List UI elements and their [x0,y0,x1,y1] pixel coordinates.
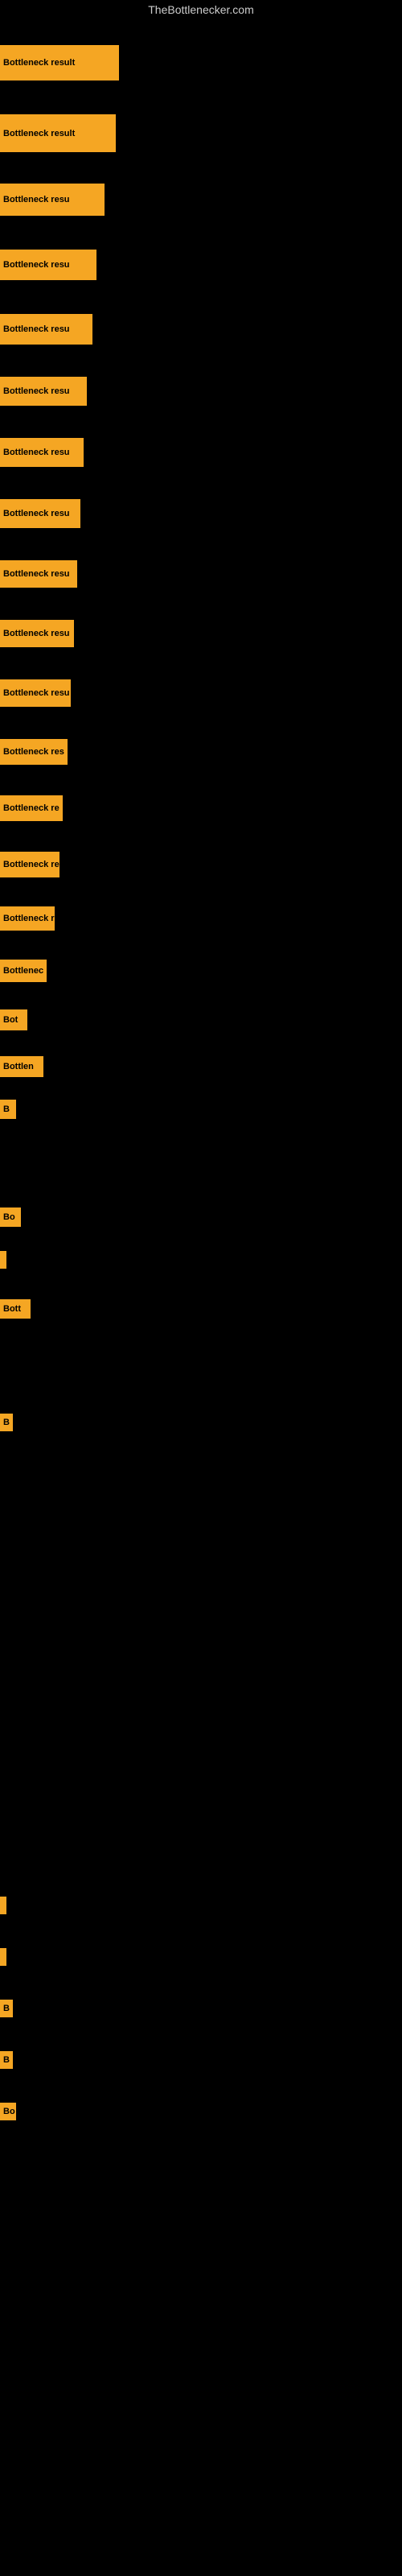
bottleneck-label: Bottleneck resu [3,688,70,698]
bottleneck-label: Bottleneck resu [3,386,70,396]
bottleneck-label: Bottleneck resu [3,448,70,457]
bottleneck-label: Bo [3,1212,15,1222]
bottleneck-result-bar [0,1897,6,1914]
bottleneck-result-bar: Bottleneck resu [0,499,80,528]
bottleneck-label: B [3,1104,10,1114]
bottleneck-result-bar: Bottleneck resu [0,679,71,707]
bottleneck-result-bar: Bottleneck resu [0,250,96,280]
bottleneck-result-bar [0,1948,6,1966]
bottleneck-result-bar: Bottleneck resu [0,560,77,588]
bottleneck-result-bar: Bottleneck re [0,795,63,821]
bottleneck-label: B [3,2055,10,2065]
bottleneck-result-bar: Bottleneck resu [0,184,105,216]
bottleneck-label: Bottleneck re [3,803,59,813]
bottleneck-label: Bo [3,2107,15,2116]
bottleneck-result-bar: B [0,1100,16,1119]
bottleneck-label: Bottleneck resu [3,509,70,518]
bottleneck-label: Bottleneck resu [3,629,70,638]
bottleneck-result-bar: Bottleneck resu [0,377,87,406]
bottleneck-label: Bottleneck resu [3,260,70,270]
bottleneck-result-bar: Bottleneck result [0,45,119,80]
bottleneck-label: B [3,2004,10,2013]
bottleneck-label: Bottleneck result [3,58,75,68]
bottleneck-result-bar [0,1251,6,1269]
bottleneck-result-bar: Bo [0,1208,21,1227]
bottleneck-result-bar: Bottleneck resu [0,438,84,467]
bottleneck-result-bar: Bottleneck res [0,739,68,765]
bottleneck-label: Bottlenec [3,966,43,976]
bottleneck-result-bar: B [0,2051,13,2069]
bottleneck-result-bar: Bott [0,1299,31,1319]
bottleneck-result-bar: Bottleneck resu [0,314,92,345]
bottleneck-label: Bottleneck resu [3,324,70,334]
bottleneck-label: Bottleneck re [3,914,55,923]
bottleneck-label: Bot [3,1015,18,1025]
bottleneck-result-bar: Bottlen [0,1056,43,1077]
bottleneck-label: Bottleneck resu [3,569,70,579]
bottleneck-label: Bottlen [3,1062,34,1071]
bottleneck-result-bar: Bo [0,2103,16,2120]
bottleneck-label: Bott [3,1304,21,1314]
bottleneck-result-bar: B [0,1414,13,1431]
bottleneck-result-bar: Bottleneck result [0,114,116,152]
bottleneck-label: Bottleneck result [3,129,75,138]
bottleneck-result-bar: Bottleneck re [0,906,55,931]
bottleneck-result-bar: Bot [0,1009,27,1030]
bottleneck-label: B [3,1418,10,1427]
bottleneck-label: Bottleneck re [3,860,59,869]
bottleneck-result-bar: Bottleneck resu [0,620,74,647]
site-title: TheBottlenecker.com [0,0,402,19]
bottleneck-label: Bottleneck res [3,747,64,757]
bottleneck-result-bar: Bottlenec [0,960,47,982]
bottleneck-result-bar: B [0,2000,13,2017]
bottleneck-label: Bottleneck resu [3,195,70,204]
bottleneck-result-bar: Bottleneck re [0,852,59,877]
